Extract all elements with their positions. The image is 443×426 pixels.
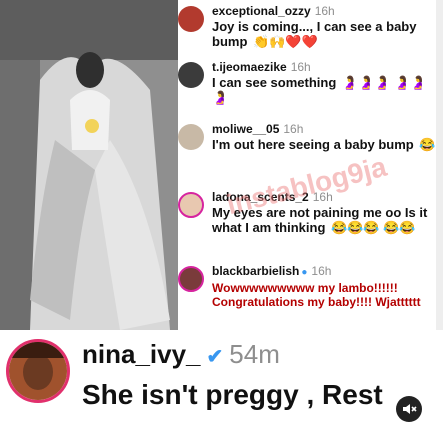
verified-badge: ✔ xyxy=(206,346,224,368)
post-caption-text: She isn't preggy , Rest xyxy=(82,379,383,410)
scroll-edge xyxy=(436,0,443,330)
comment-username[interactable]: blackbarbielish xyxy=(212,264,299,278)
avatar[interactable] xyxy=(178,62,204,88)
comments-list: exceptional_ozzy 16h Joy is coming..., I … xyxy=(176,4,443,334)
avatar[interactable] xyxy=(6,339,70,403)
verified-badge: ● xyxy=(301,267,308,278)
comment-text: I can see something xyxy=(212,75,337,90)
comment-username[interactable]: moliwe__05 xyxy=(212,122,279,136)
photo-graphic xyxy=(0,0,178,330)
comment-username[interactable]: exceptional_ozzy xyxy=(212,4,311,18)
avatar[interactable] xyxy=(178,124,204,150)
speaker-muted-icon[interactable] xyxy=(396,396,422,422)
post-username[interactable]: nina_ivy_ xyxy=(82,339,201,369)
comment-emojis: 👏🙌❤️❤️ xyxy=(253,34,318,49)
comment-time: 16h xyxy=(283,122,304,136)
comment-time: 16h xyxy=(312,190,333,204)
post-caption-bar: nina_ivy_ ✔ 54m She isn't preggy , Rest xyxy=(0,333,443,426)
comment-text: I'm out here seeing a baby bump xyxy=(212,137,414,152)
post-time: 54m xyxy=(229,339,280,369)
comment-text: Wowwwwwwwww my lambo!!!!!! Congratulatio… xyxy=(212,281,421,309)
comment-username[interactable]: t.ijeomaezike xyxy=(212,60,287,74)
comment-emojis: 😂😂😂 😂😂 xyxy=(331,220,416,235)
post-photo xyxy=(0,0,178,330)
avatar-image xyxy=(9,342,67,400)
comment-time: 16h xyxy=(314,4,335,18)
comment-emojis: 😂 xyxy=(419,137,436,152)
avatar[interactable] xyxy=(178,6,204,32)
avatar[interactable] xyxy=(178,266,204,292)
comment-username[interactable]: ladona_scents_2 xyxy=(212,190,309,204)
comment-time: 16h xyxy=(290,60,311,74)
avatar[interactable] xyxy=(178,192,204,218)
comment-time: 16h xyxy=(311,264,332,278)
